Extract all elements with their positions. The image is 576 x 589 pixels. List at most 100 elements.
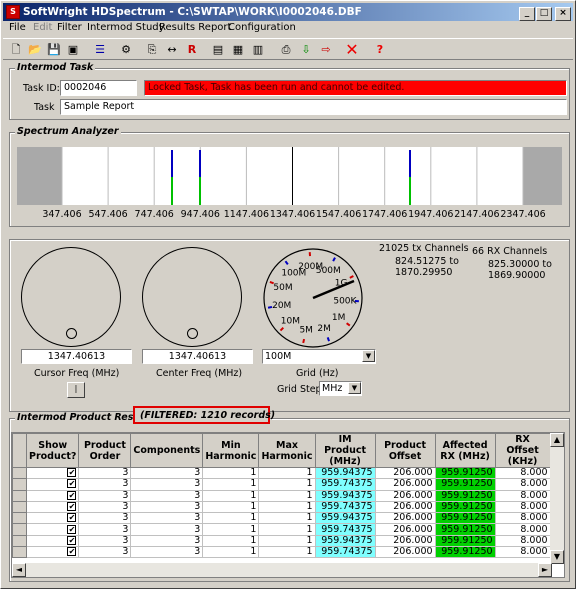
list-icon[interactable]: ☰ [91, 41, 109, 59]
product-order-cell[interactable]: 3 [78, 466, 132, 480]
tools-icon[interactable]: ⚙ [117, 41, 135, 59]
grid-select[interactable]: 100M ▼ [262, 349, 376, 364]
affected-rx-cell[interactable]: 959.91250 [434, 523, 496, 536]
table-row[interactable]: ✔3311959.94375206.000959.912508.000S [12, 466, 563, 480]
show-product-cell[interactable]: ✔ [25, 500, 80, 514]
task-id-field[interactable]: 0002046 [60, 80, 137, 96]
product-offset-cell[interactable]: 206.000 [374, 478, 436, 491]
app-icon[interactable]: S [6, 5, 20, 19]
affected-rx-cell[interactable]: 959.91250 [434, 466, 496, 480]
row-selector[interactable] [12, 512, 27, 525]
affected-rx-cell[interactable]: 959.91250 [434, 512, 496, 525]
im-product-cell[interactable]: 959.94375 [314, 489, 376, 502]
menu-configuration[interactable]: Configuration [228, 22, 296, 33]
max-harmonic-cell[interactable]: 1 [258, 546, 316, 559]
show-product-cell[interactable]: ✔ [25, 546, 80, 559]
row-selector[interactable] [12, 466, 27, 480]
print-icon[interactable]: ⎙ [277, 41, 295, 59]
grid-step-select[interactable]: MHz ▼ [319, 381, 362, 396]
components-cell[interactable]: 3 [130, 546, 204, 559]
show-product-checkbox[interactable]: ✔ [67, 502, 77, 512]
rx-offset-cell[interactable]: 8.000 [494, 478, 551, 491]
rx-offset-cell[interactable]: 8.000 [494, 489, 551, 502]
grid-dial[interactable]: 10M20M50M100M200M500M1G500K1M2M5M [262, 247, 364, 349]
minimize-button[interactable]: _ [519, 7, 535, 21]
col-rx-offset[interactable]: RX Offset (KHz) [494, 433, 551, 468]
show-product-cell[interactable]: ✔ [25, 489, 80, 502]
cursor-small-button[interactable]: | [67, 382, 85, 398]
product-offset-cell[interactable]: 206.000 [374, 466, 436, 480]
vertical-scrollbar[interactable]: ▲ ▼ [550, 433, 564, 564]
center-freq-knob[interactable] [142, 247, 242, 347]
rx-offset-cell[interactable]: 8.000 [494, 546, 551, 559]
affected-rx-cell[interactable]: 959.91250 [434, 546, 496, 559]
col-max-harmonic[interactable]: Max Harmonic [258, 433, 316, 468]
rx-offset-cell[interactable]: 8.000 [494, 466, 551, 480]
table-row[interactable]: ✔3311959.94375206.000959.912508.000S [12, 534, 563, 548]
max-harmonic-cell[interactable]: 1 [258, 534, 316, 548]
row-selector[interactable] [12, 489, 27, 502]
im-product-cell[interactable]: 959.74375 [314, 500, 376, 514]
max-harmonic-cell[interactable]: 1 [258, 466, 316, 480]
min-harmonic-cell[interactable]: 1 [202, 523, 260, 536]
col-min-harmonic[interactable]: Min Harmonic [202, 433, 260, 468]
max-harmonic-cell[interactable]: 1 [258, 500, 316, 514]
affected-rx-cell[interactable]: 959.91250 [434, 489, 496, 502]
components-cell[interactable]: 3 [130, 500, 204, 514]
components-cell[interactable]: 3 [130, 489, 204, 502]
table-row[interactable]: ✔3311959.74375206.000959.912508.000S [12, 546, 563, 559]
scroll-up-button[interactable]: ▲ [550, 433, 564, 447]
close-button[interactable]: × [555, 7, 571, 21]
exit-icon[interactable]: ⇨ [317, 41, 335, 59]
show-product-cell[interactable]: ✔ [25, 478, 80, 491]
product-order-cell[interactable]: 3 [78, 478, 132, 491]
span-icon[interactable]: ↔ [163, 41, 181, 59]
min-harmonic-cell[interactable]: 1 [202, 546, 260, 559]
affected-rx-cell[interactable]: 959.91250 [434, 478, 496, 491]
im-product-cell[interactable]: 959.74375 [314, 546, 376, 559]
rx-offset-cell[interactable]: 8.000 [494, 512, 551, 525]
show-product-checkbox[interactable]: ✔ [67, 547, 77, 557]
im-product-cell[interactable]: 959.74375 [314, 478, 376, 491]
table-row[interactable]: ✔3311959.74375206.000959.912508.000S [12, 478, 563, 491]
product-offset-cell[interactable]: 206.000 [374, 489, 436, 502]
max-harmonic-cell[interactable]: 1 [258, 489, 316, 502]
row-selector[interactable] [12, 534, 27, 548]
product-offset-cell[interactable]: 206.000 [374, 534, 436, 548]
col-affected-rx[interactable]: Affected RX (MHz) [434, 433, 496, 468]
table-row[interactable]: ✔3311959.74375206.000959.912508.000S [12, 500, 563, 514]
product-order-cell[interactable]: 3 [78, 546, 132, 559]
min-harmonic-cell[interactable]: 1 [202, 534, 260, 548]
im-product-cell[interactable]: 959.74375 [314, 523, 376, 536]
export-icon[interactable]: ⇩ [297, 41, 315, 59]
task-field[interactable]: Sample Report [60, 99, 567, 115]
horizontal-scrollbar[interactable]: ◄ ► [12, 563, 552, 577]
rx-offset-cell[interactable]: 8.000 [494, 534, 551, 548]
delete-icon[interactable]: ✕ [343, 41, 361, 59]
col-product-order[interactable]: Product Order [78, 433, 132, 468]
title-bar[interactable]: S SoftWright HDSpectrum - C:\SWTAP\WORK\… [3, 3, 573, 21]
show-product-cell[interactable]: ✔ [25, 512, 80, 525]
max-harmonic-cell[interactable]: 1 [258, 523, 316, 536]
components-cell[interactable]: 3 [130, 478, 204, 491]
menu-file[interactable]: File [9, 22, 26, 33]
show-product-checkbox[interactable]: ✔ [67, 535, 77, 545]
open-icon[interactable]: 📂 [26, 41, 44, 59]
affected-rx-cell[interactable]: 959.91250 [434, 534, 496, 548]
row-selector[interactable] [12, 478, 27, 491]
show-product-checkbox[interactable]: ✔ [67, 490, 77, 500]
min-harmonic-cell[interactable]: 1 [202, 466, 260, 480]
product-order-cell[interactable]: 3 [78, 534, 132, 548]
product-order-cell[interactable]: 3 [78, 500, 132, 514]
row-selector[interactable] [12, 500, 27, 514]
save-icon[interactable]: 💾 [45, 41, 63, 59]
max-harmonic-cell[interactable]: 1 [258, 478, 316, 491]
row-selector[interactable] [12, 523, 27, 536]
show-product-checkbox[interactable]: ✔ [67, 524, 77, 534]
product-order-cell[interactable]: 3 [78, 523, 132, 536]
maximize-button[interactable]: □ [536, 7, 552, 21]
rx-offset-cell[interactable]: 8.000 [494, 523, 551, 536]
product-order-cell[interactable]: 3 [78, 489, 132, 502]
row-selector[interactable] [12, 546, 27, 559]
min-harmonic-cell[interactable]: 1 [202, 512, 260, 525]
